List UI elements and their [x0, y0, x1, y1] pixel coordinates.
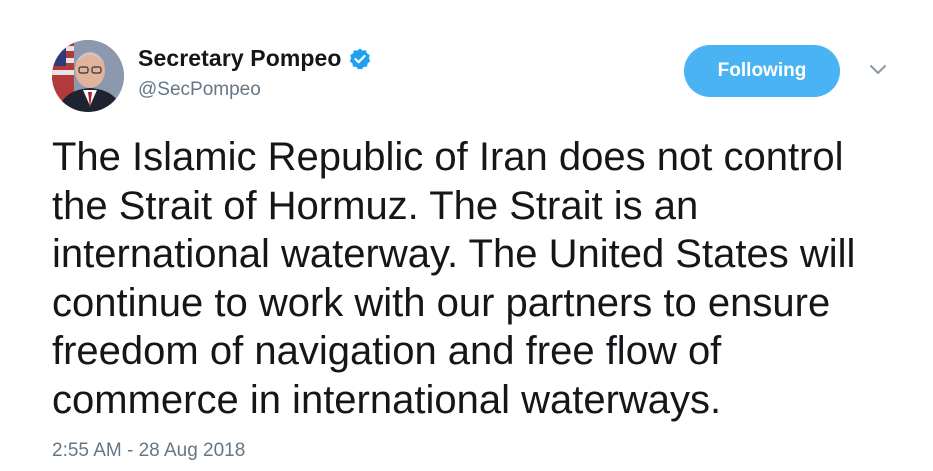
avatar-image [52, 40, 124, 112]
user-handle[interactable]: @SecPompeo [138, 79, 261, 101]
tweet-text: The Islamic Republic of Iran does not co… [52, 135, 856, 422]
display-name[interactable]: Secretary Pompeo [138, 45, 342, 72]
verified-badge-icon [348, 47, 372, 71]
avatar[interactable] [52, 40, 124, 112]
name-row: Secretary Pompeo [138, 45, 372, 72]
tweet-timestamp[interactable]: 2:55 AM - 28 Aug 2018 [52, 440, 245, 462]
chevron-down-icon[interactable] [868, 62, 888, 78]
following-button[interactable]: Following [684, 45, 840, 97]
